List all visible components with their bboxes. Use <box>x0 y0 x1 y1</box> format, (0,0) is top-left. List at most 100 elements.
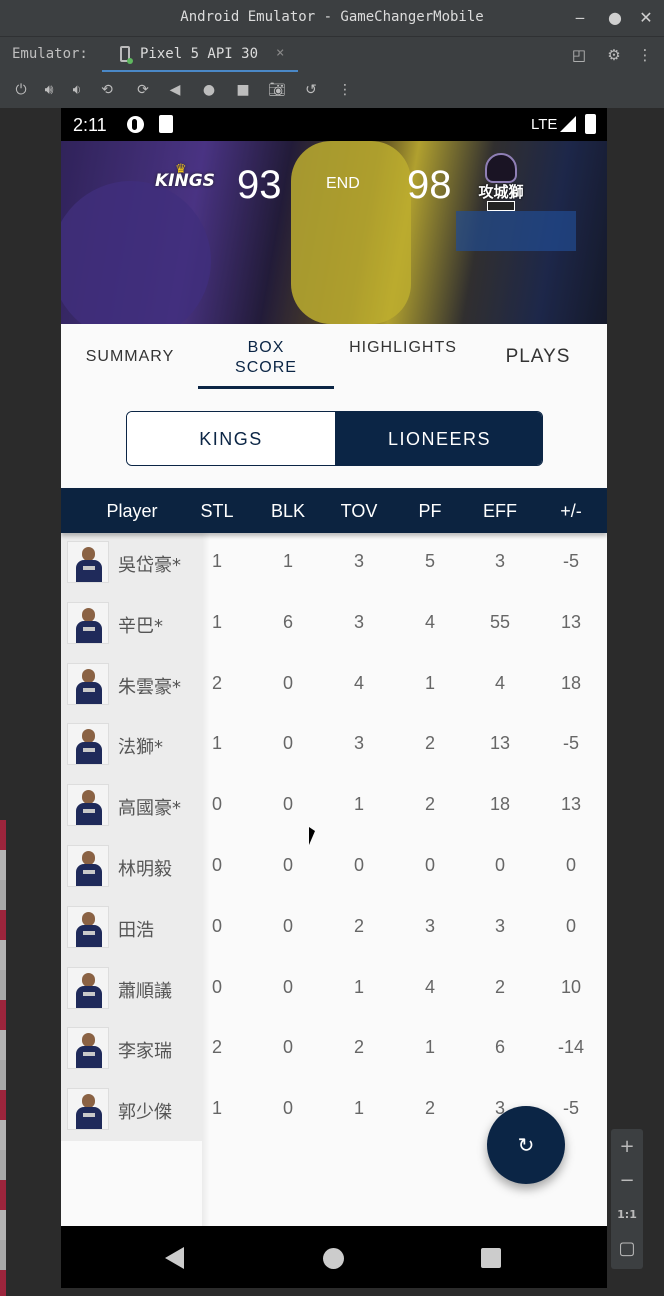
team-toggle-kings[interactable]: KINGS <box>127 412 335 465</box>
active-tab-indicator <box>198 386 334 389</box>
cell-tov: 3 <box>353 611 364 632</box>
table-row[interactable]: 法獅* 1 0 3 2 13 -5 <box>61 715 607 776</box>
mouse-cursor <box>309 827 315 845</box>
minimize-icon[interactable]: ‒ <box>570 8 590 28</box>
cell-tov: 1 <box>353 976 364 997</box>
cell-stl: 2 <box>211 1037 222 1058</box>
zoom-fit-icon[interactable]: ▢ <box>611 1235 643 1263</box>
team-toggle-lioneers[interactable]: LIONEERS <box>335 412 542 465</box>
cell-pf: 4 <box>424 611 435 632</box>
settings-gear-icon[interactable]: ⚙ <box>605 46 623 64</box>
signal-icon <box>560 116 576 132</box>
player-avatar <box>67 1027 109 1070</box>
refresh-icon: ↻ <box>517 1133 535 1157</box>
cell-pf: 0 <box>424 855 435 875</box>
player-name: 法獅* <box>118 737 163 759</box>
cell-pf: 5 <box>424 551 435 571</box>
cell-pf: 2 <box>424 1098 435 1119</box>
window-title: Android Emulator - GameChangerMobile <box>180 9 484 25</box>
header-stl: STL <box>200 501 234 521</box>
device-tab-label: Pixel 5 API 30 <box>140 46 259 62</box>
cell-tov: 1 <box>353 1098 364 1119</box>
cell-eff: 3 <box>494 915 505 936</box>
status-time: 2:11 <box>73 115 107 135</box>
cell-tov: 1 <box>353 794 364 815</box>
snapshot-icon[interactable]: ↺ <box>302 81 320 99</box>
nav-back-icon[interactable] <box>165 1247 184 1269</box>
tab-plays[interactable]: PLAYS <box>493 346 583 376</box>
table-row[interactable]: 李家瑞 2 0 2 1 6 -14 <box>61 1019 607 1080</box>
player-avatar <box>67 966 109 1009</box>
app-notification-icon <box>127 116 144 133</box>
lion-head-icon <box>485 153 517 183</box>
cell-stl: 2 <box>211 672 222 693</box>
tab-box-score[interactable]: BOX SCORE <box>226 338 306 378</box>
cell-pf: 1 <box>424 672 435 693</box>
power-icon[interactable]: ⏻ <box>12 81 30 99</box>
home-score: 93 <box>237 163 282 207</box>
table-row[interactable]: 吳岱豪* 1 1 3 5 3 -5 <box>61 533 607 594</box>
emulator-bar: Emulator: Pixel 5 API 30 × ◰ ⚙ ⋮ <box>0 36 664 73</box>
player-name: 辛巴* <box>118 615 163 637</box>
close-icon[interactable]: ✕ <box>636 8 656 28</box>
player-name: 高國豪* <box>118 798 181 820</box>
tab-summary[interactable]: SUMMARY <box>69 348 191 378</box>
more-icon[interactable]: ⋮ <box>336 81 354 99</box>
table-row[interactable]: 朱雲豪* 2 0 4 1 4 18 <box>61 655 607 716</box>
zoom-actual-size-button[interactable]: 1:1 <box>611 1201 643 1229</box>
cell-eff: 55 <box>489 611 511 632</box>
rotate-right-icon[interactable]: ⟳ <box>134 81 152 99</box>
table-row[interactable]: 蕭順議 0 0 1 4 2 10 <box>61 959 607 1020</box>
zoom-in-button[interactable]: + <box>611 1133 643 1161</box>
zoom-out-button[interactable]: − <box>611 1167 643 1195</box>
cell-blk: 0 <box>282 976 293 997</box>
header-eff: EFF <box>483 501 517 521</box>
table-row[interactable]: 高國豪* 0 0 1 2 18 13 <box>61 776 607 837</box>
cell-stl: 1 <box>211 733 222 754</box>
window-titlebar: Android Emulator - GameChangerMobile ‒ ●… <box>0 0 664 36</box>
section-tabs: SUMMARY BOX SCORE HIGHLIGHTS PLAYS <box>61 324 607 390</box>
refresh-button[interactable]: ↻ <box>487 1106 565 1184</box>
nav-recents-icon[interactable] <box>481 1248 501 1268</box>
cell-eff: 6 <box>494 1037 505 1058</box>
header-player: Player <box>106 501 158 521</box>
cell-tov: 2 <box>353 915 364 936</box>
cell-eff: 18 <box>489 794 511 815</box>
away-score: 98 <box>407 163 452 207</box>
cell-tov: 2 <box>353 1037 364 1058</box>
tab-highlights[interactable]: HIGHLIGHTS <box>345 338 461 378</box>
camera-icon[interactable]: 📷︎ <box>268 81 286 99</box>
cell-plus-minus: 18 <box>560 672 582 693</box>
cell-plus-minus: 13 <box>560 611 582 632</box>
device-tab[interactable]: Pixel 5 API 30 × <box>102 37 298 73</box>
team-toggle: KINGS LIONEERS <box>126 411 543 466</box>
cell-plus-minus: -14 <box>557 1037 584 1058</box>
tab-close-icon[interactable]: × <box>276 45 284 61</box>
player-name: 蕭順議 <box>118 980 172 1002</box>
window-mode-icon[interactable]: ◰ <box>570 46 588 64</box>
zoom-controls: + − 1:1 ▢ <box>611 1129 643 1269</box>
back-icon[interactable]: ◀ <box>166 81 184 99</box>
game-header: ♛ KINGS 93 END 98 攻城獅 <box>61 141 607 324</box>
nav-home-icon[interactable] <box>323 1248 344 1269</box>
cell-plus-minus: 0 <box>565 855 576 875</box>
more-options-icon[interactable]: ⋮ <box>636 46 654 64</box>
table-row[interactable]: 辛巴* 1 6 3 4 55 13 <box>61 594 607 655</box>
table-row[interactable]: 田浩 0 0 2 3 3 0 <box>61 898 607 959</box>
header-blk: BLK <box>270 501 306 521</box>
rotate-left-icon[interactable]: ⟲ <box>98 81 116 99</box>
player-avatar <box>67 905 109 948</box>
overview-icon[interactable]: ■ <box>234 81 252 99</box>
lioneers-logo-text: 攻城獅 <box>478 183 524 201</box>
volume-up-icon[interactable]: 🔊︎ <box>40 81 58 99</box>
table-row[interactable]: 林明毅 0 0 0 0 0 0 <box>61 837 607 898</box>
player-name: 吳岱豪* <box>118 555 181 576</box>
volume-down-icon[interactable]: 🔉︎ <box>68 81 86 99</box>
home-icon[interactable]: ● <box>200 81 218 99</box>
cell-tov: 4 <box>353 672 364 693</box>
maximize-icon[interactable]: ● <box>605 8 625 28</box>
cell-tov: 3 <box>353 551 364 571</box>
player-name: 田浩 <box>118 919 154 941</box>
player-name: 李家瑞 <box>118 1041 172 1063</box>
player-name: 林明毅 <box>118 859 172 880</box>
